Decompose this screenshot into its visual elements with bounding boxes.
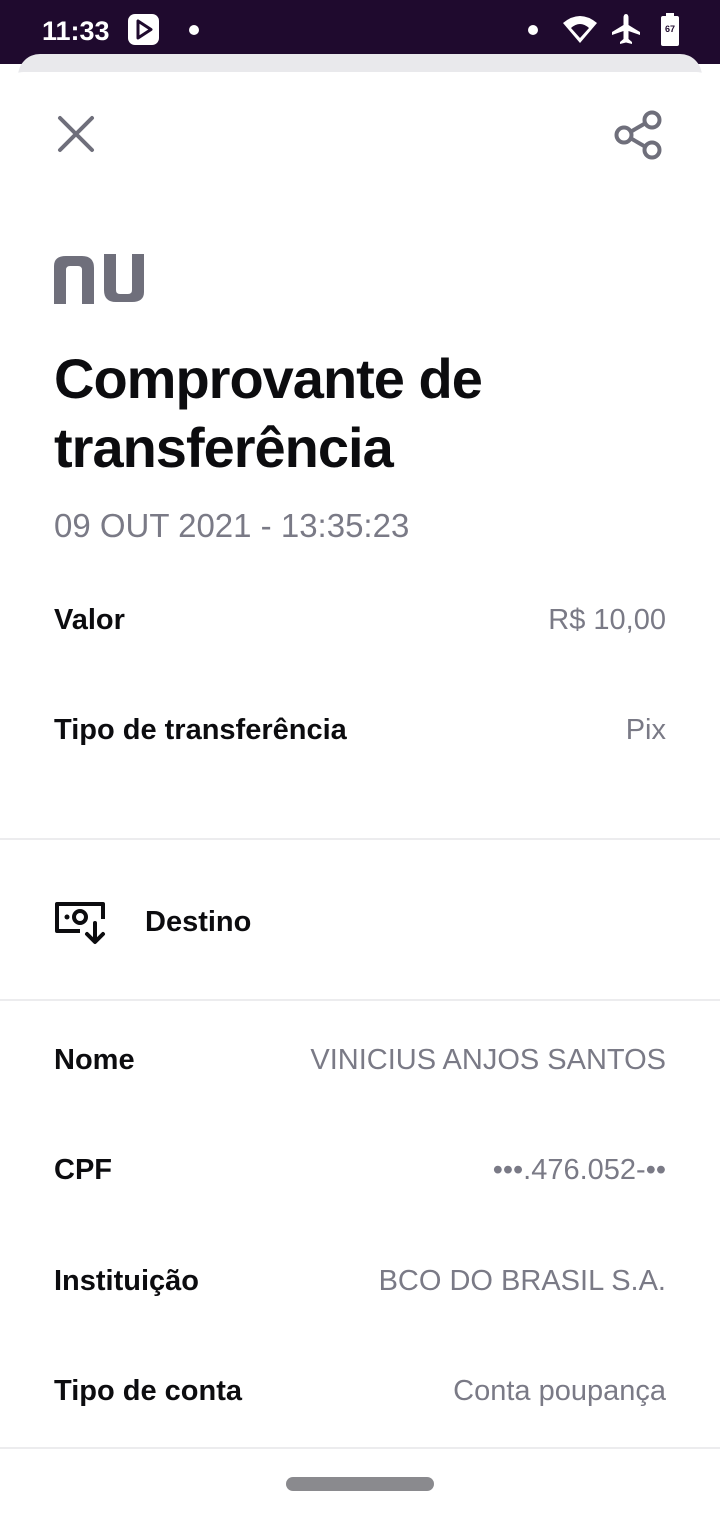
field-value: Conta poupança (453, 1375, 666, 1407)
field-label: Instituição (54, 1265, 200, 1297)
section-title-destino: Destino (145, 906, 252, 938)
field-label: CPF (54, 1154, 112, 1186)
battery-level: 67 (664, 24, 675, 34)
field-label: Tipo de conta (54, 1375, 242, 1407)
detail-label: Valor (54, 604, 125, 636)
notification-dot-icon (189, 25, 199, 35)
field-value: •••.476.052-•• (492, 1154, 666, 1186)
divider (0, 999, 720, 1001)
notification-dot-icon (528, 25, 538, 35)
wifi-icon (563, 16, 597, 43)
share-icon[interactable] (612, 110, 664, 160)
destination-row-instituicao: Instituição BCO DO BRASIL S.A. (54, 1261, 666, 1301)
destination-row-tipo-conta: Tipo de conta Conta poupança (54, 1371, 666, 1411)
divider (0, 838, 720, 840)
detail-value: R$ 10,00 (548, 604, 666, 636)
play-app-icon (128, 14, 159, 45)
page-title: Comprovante de transferência (54, 347, 483, 479)
field-value: BCO DO BRASIL S.A. (378, 1265, 666, 1297)
detail-value: Pix (625, 714, 666, 746)
divider (0, 1447, 720, 1449)
close-icon[interactable] (56, 114, 96, 154)
field-label: Nome (54, 1044, 135, 1076)
receive-money-icon (55, 902, 105, 944)
home-gesture-handle[interactable] (286, 1477, 434, 1491)
destination-row-cpf: CPF •••.476.052-•• (54, 1150, 666, 1190)
destination-row-nome: Nome VINICIUS ANJOS SANTOS (54, 1040, 666, 1080)
nu-logo (54, 254, 144, 304)
status-time: 11:33 (42, 16, 110, 46)
detail-row-valor: Valor R$ 10,00 (54, 600, 666, 640)
detail-label: Tipo de transferência (54, 714, 347, 746)
field-value: VINICIUS ANJOS SANTOS (310, 1044, 666, 1076)
detail-row-tipo-transferencia: Tipo de transferência Pix (54, 710, 666, 750)
transfer-datetime: 09 OUT 2021 - 13:35:23 (54, 507, 410, 544)
airplane-mode-icon (612, 14, 640, 44)
